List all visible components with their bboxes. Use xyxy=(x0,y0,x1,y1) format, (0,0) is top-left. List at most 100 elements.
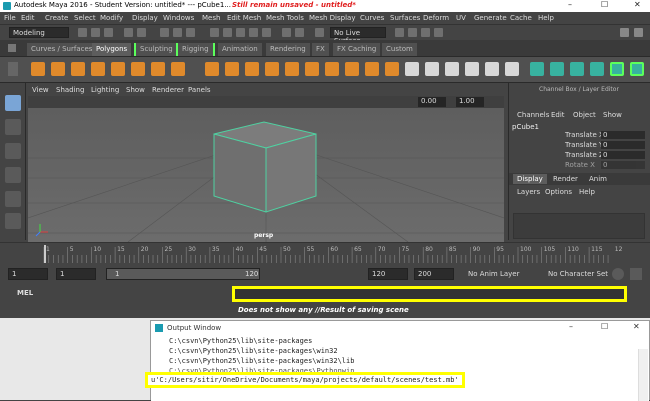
vp-menu-renderer[interactable]: Renderer xyxy=(152,86,184,94)
snap-grid-icon[interactable] xyxy=(210,28,219,37)
snap-curve-icon[interactable] xyxy=(223,28,232,37)
cb-menu-show[interactable]: Show xyxy=(603,111,622,119)
automatic-map-icon[interactable] xyxy=(610,62,624,76)
cb-menu-edit[interactable]: Edit xyxy=(551,111,565,119)
live-surface-field[interactable]: No Live Surface xyxy=(330,27,386,45)
menu-edit[interactable]: Edit xyxy=(21,14,35,22)
history-icon[interactable] xyxy=(282,28,291,37)
tab-render-layers[interactable]: Render xyxy=(553,175,578,183)
vp-menu-view[interactable]: View xyxy=(32,86,49,94)
paint-select-icon[interactable] xyxy=(5,143,21,159)
menu-generate[interactable]: Generate xyxy=(474,14,507,22)
layer-menu-options[interactable]: Options xyxy=(545,188,572,196)
output-log[interactable]: C:\csvn\Python25\lib\site-packages C:\cs… xyxy=(145,335,649,401)
bevel-icon[interactable] xyxy=(385,62,399,76)
lasso-tool-icon[interactable] xyxy=(5,119,21,135)
tab-animation[interactable]: Animation xyxy=(218,43,262,56)
tab-display-layers[interactable]: Display xyxy=(513,174,547,184)
menu-mesh-tools[interactable]: Mesh Tools xyxy=(266,14,304,22)
rotate-tool-icon[interactable] xyxy=(5,191,21,207)
mel-input[interactable] xyxy=(42,287,230,301)
menu-modify[interactable]: Modify xyxy=(100,14,123,22)
sidebar-toggle-icon[interactable] xyxy=(620,28,629,37)
uv-editor-icon[interactable] xyxy=(530,62,544,76)
layer-menu-help[interactable]: Help xyxy=(579,188,595,196)
cb-menu-channels[interactable]: Channels xyxy=(517,111,549,119)
redo-icon[interactable] xyxy=(137,28,146,37)
tab-curves-surfaces[interactable]: Curves / Surfaces xyxy=(27,43,97,56)
snap-point-icon[interactable] xyxy=(236,28,245,37)
poly-disc-icon[interactable] xyxy=(151,62,165,76)
end-time-field[interactable]: 120 xyxy=(368,268,408,280)
output-maximize-button[interactable]: ☐ xyxy=(601,322,608,331)
planar-map-icon[interactable] xyxy=(550,62,564,76)
menu-create[interactable]: Create xyxy=(45,14,68,22)
vp-menu-show[interactable]: Show xyxy=(126,86,145,94)
attr-translate-x-value[interactable]: 0 xyxy=(601,131,645,139)
current-time-field[interactable]: 1 xyxy=(56,268,96,280)
fill-hole-icon[interactable] xyxy=(425,62,439,76)
shelf-menu-icon[interactable] xyxy=(8,62,18,76)
mirror-icon[interactable] xyxy=(325,62,339,76)
tab-fx[interactable]: FX xyxy=(312,43,329,56)
reduce-icon[interactable] xyxy=(305,62,319,76)
select-hierarchy-icon[interactable] xyxy=(160,28,169,37)
tab-sculpting[interactable]: Sculpting xyxy=(134,43,179,56)
construction-icon[interactable] xyxy=(295,28,304,37)
ipr-render-icon[interactable] xyxy=(408,28,417,37)
vp-menu-lighting[interactable]: Lighting xyxy=(91,86,119,94)
tab-polygons[interactable]: Polygons xyxy=(92,43,132,56)
extrude-icon[interactable] xyxy=(345,62,359,76)
hypershade-icon[interactable] xyxy=(434,28,443,37)
target-weld-icon[interactable] xyxy=(485,62,499,76)
anim-layer-dropdown[interactable]: No Anim Layer xyxy=(468,270,519,278)
scale-tool-icon[interactable] xyxy=(5,213,21,229)
vp-menu-panels[interactable]: Panels xyxy=(188,86,211,94)
attr-translate-z-value[interactable]: 0 xyxy=(601,151,645,159)
viewport-grid[interactable]: persp xyxy=(28,108,504,242)
time-slider[interactable]: 1 5 10 15 20 25 30 35 40 45 50 55 60 65 70 75 80 85 90 95 10… xyxy=(0,242,650,264)
anim-end-field[interactable]: 200 xyxy=(414,268,454,280)
connect-icon[interactable] xyxy=(505,62,519,76)
tab-anim-layers[interactable]: Anim xyxy=(589,175,607,183)
multi-cut-icon[interactable] xyxy=(465,62,479,76)
menu-edit-mesh[interactable]: Edit Mesh xyxy=(227,14,261,22)
shelf-settings-icon[interactable] xyxy=(8,44,16,52)
menu-select[interactable]: Select xyxy=(74,14,96,22)
smooth-icon[interactable] xyxy=(285,62,299,76)
maximize-button[interactable]: ☐ xyxy=(601,0,608,9)
layer-menu-layers[interactable]: Layers xyxy=(517,188,540,196)
layer-list[interactable] xyxy=(513,213,645,239)
snap-surface-icon[interactable] xyxy=(262,28,271,37)
poly-cube-icon[interactable] xyxy=(51,62,65,76)
combine-icon[interactable] xyxy=(205,62,219,76)
auto-key-icon[interactable] xyxy=(612,268,624,280)
move-tool-icon[interactable] xyxy=(5,167,21,183)
undo-icon[interactable] xyxy=(124,28,133,37)
menu-uv[interactable]: UV xyxy=(456,14,466,22)
minimize-button[interactable]: – xyxy=(568,0,572,9)
bridge-icon[interactable] xyxy=(365,62,379,76)
close-button[interactable]: ✕ xyxy=(634,0,641,9)
spherical-map-icon[interactable] xyxy=(590,62,604,76)
menu-mesh[interactable]: Mesh xyxy=(202,14,220,22)
range-slider[interactable]: 1 120 xyxy=(106,268,260,280)
mel-label[interactable]: MEL xyxy=(17,289,33,297)
select-tool-icon[interactable] xyxy=(5,95,21,111)
magnet-icon[interactable] xyxy=(315,28,324,37)
unfold-icon[interactable] xyxy=(630,62,644,76)
poly-torus-icon[interactable] xyxy=(111,62,125,76)
separate-icon[interactable] xyxy=(225,62,239,76)
menu-display[interactable]: Display xyxy=(132,14,158,22)
render-frame-icon[interactable] xyxy=(395,28,404,37)
open-scene-icon[interactable] xyxy=(91,28,100,37)
mode-dropdown[interactable]: Modeling xyxy=(9,27,69,38)
output-close-button[interactable]: ✕ xyxy=(633,322,640,331)
tab-fx-caching[interactable]: FX Caching xyxy=(333,43,381,56)
platonic-solid-icon[interactable] xyxy=(171,62,185,76)
poly-cylinder-icon[interactable] xyxy=(71,62,85,76)
character-set-dropdown[interactable]: No Character Set xyxy=(548,270,608,278)
poly-sphere-icon[interactable] xyxy=(31,62,45,76)
select-object-icon[interactable] xyxy=(173,28,182,37)
new-scene-icon[interactable] xyxy=(78,28,87,37)
